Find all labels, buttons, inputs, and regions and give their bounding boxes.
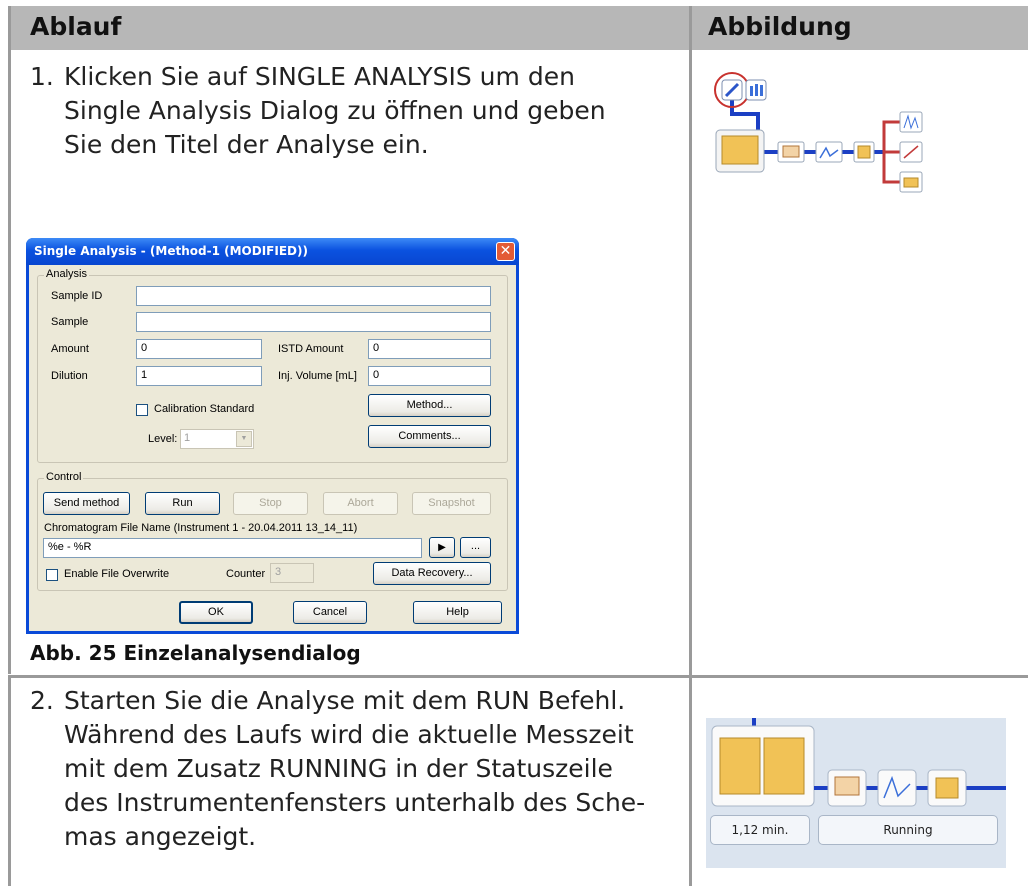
istd-amount-label: ISTD Amount [278,343,344,355]
left-border-row2 [8,678,11,886]
counter-label: Counter [226,568,266,580]
enable-file-overwrite-checkbox[interactable] [46,569,58,581]
instrument-schema-image [714,72,923,193]
dialog-body: Analysis Sample ID Sample Amount 0 ISTD … [29,265,516,631]
chromatogram-file-input[interactable]: %e - %R [43,538,422,558]
sample-input[interactable] [136,312,491,332]
dilution-label: Dilution [51,370,88,382]
level-select[interactable]: 1 ▼ [180,429,254,449]
instruction-table: Ablauf Abbildung 1. Klicken Sie auf SING… [0,0,1028,886]
level-value: 1 [184,432,191,444]
chevron-down-icon: ▼ [236,431,252,447]
abort-button[interactable]: Abort [323,492,398,515]
help-button[interactable]: Help [413,601,502,624]
analysis-group-title: Analysis [44,268,89,280]
cancel-button[interactable]: Cancel [293,601,367,624]
step-1-line-2: Single Analysis Dialog zu öffnen und geb… [64,96,606,125]
method-button[interactable]: Method... [368,394,491,417]
step-2-line-3: mit dem Zusatz RUNNING in der Statuszeil… [64,754,613,783]
level-label: Level: [148,433,178,445]
dialog-titlebar: Single Analysis - (Method-1 (MODIFIED)) … [26,238,519,265]
step-2-number: 2. [30,686,54,715]
sample-label: Sample [51,316,89,328]
stop-button[interactable]: Stop [233,492,308,515]
sample-id-input[interactable] [136,286,491,306]
header-ablauf-label: Ablauf [30,12,122,41]
step-1-number: 1. [30,62,54,91]
step-2-line-1: Starten Sie die Analyse mit dem RUN Befe… [64,686,626,715]
ok-button[interactable]: OK [179,601,253,624]
dialog-title: Single Analysis - (Method-1 (MODIFIED)) [34,244,308,258]
send-method-button[interactable]: Send method [43,492,130,515]
status-state: Running [818,815,998,845]
play-button[interactable]: ▶ [429,537,455,558]
left-border [8,6,11,674]
integration-icon [877,769,917,807]
amount-label: Amount [51,343,89,355]
sample-id-label: Sample ID [51,290,103,302]
step-1: 1. Klicken Sie auf SINGLE ANALYSIS um de… [30,60,680,170]
data-recovery-button[interactable]: Data Recovery... [373,562,491,585]
control-group: Control Send method Run Stop Abort Snaps… [37,471,508,591]
run-button[interactable]: Run [145,492,220,515]
browse-button[interactable]: ... [460,537,491,558]
calibration-standard-checkbox[interactable] [136,404,148,416]
snapshot-button[interactable]: Snapshot [412,492,491,515]
header-abbildung: Abbildung [692,6,1028,50]
inj-volume-input[interactable]: 0 [368,366,491,386]
step-2: 2. Starten Sie die Analyse mit dem RUN B… [30,684,680,884]
step-2-line-5: mas angezeigt. [64,822,257,851]
amount-input[interactable]: 0 [136,339,262,359]
control-group-title: Control [44,471,84,483]
header-abbildung-label: Abbildung [708,12,852,41]
calibration-standard-label: Calibration Standard [154,403,255,415]
running-schema [711,718,1006,807]
step-2-line-2: Während des Laufs wird die aktuelle Mess… [64,720,634,749]
comments-button[interactable]: Comments... [368,425,491,448]
step-1-line-3: Sie den Titel der Analyse ein. [64,130,429,159]
dilution-input[interactable]: 1 [136,366,262,386]
istd-amount-input[interactable]: 0 [368,339,491,359]
integration-icon [815,141,843,163]
status-panel-image: 1,12 min. Running [706,718,1006,868]
figure-caption: Abb. 25 Einzelanalysendialog [30,641,361,665]
enable-file-overwrite-label: Enable File Overwrite [64,568,170,580]
status-time: 1,12 min. [710,815,810,845]
header-ablauf: Ablauf [8,6,690,50]
analysis-group: Analysis Sample ID Sample Amount 0 ISTD … [37,268,508,463]
column-divider [689,6,692,886]
counter-input[interactable]: 3 [270,563,314,583]
inj-volume-label: Inj. Volume [mL] [278,370,357,382]
row-divider [8,675,1028,678]
step-1-line-1: Klicken Sie auf SINGLE ANALYSIS um den [64,62,575,91]
chromatogram-file-label: Chromatogram File Name (Instrument 1 - 2… [44,522,358,534]
close-icon[interactable]: ✕ [496,242,515,261]
single-analysis-dialog: Single Analysis - (Method-1 (MODIFIED)) … [26,238,519,634]
step-2-line-4: des Instrumentenfensters unterhalb des S… [64,788,646,817]
